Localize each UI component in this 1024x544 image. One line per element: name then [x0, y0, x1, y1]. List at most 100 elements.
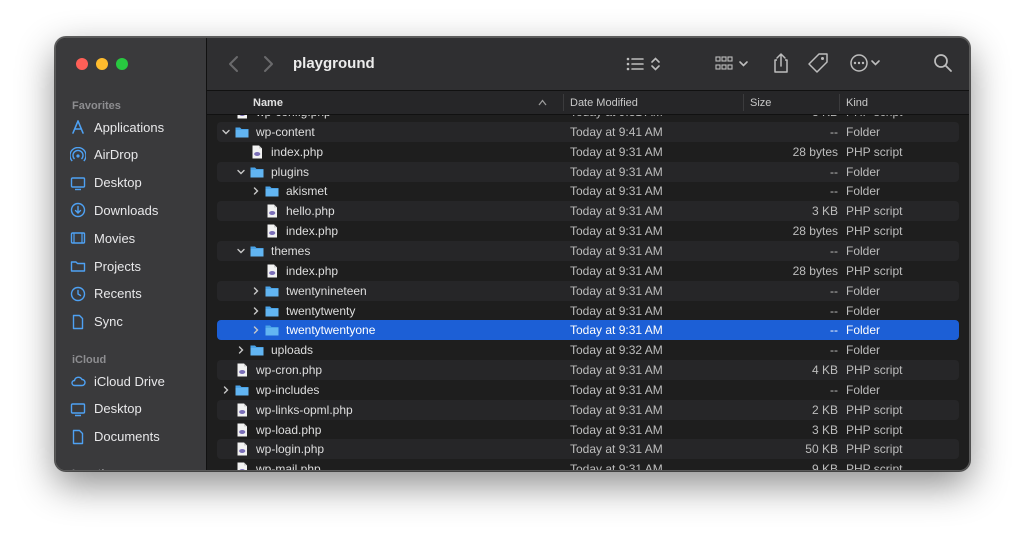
file-row[interactable]: themes Today at 9:31 AM -- Folder: [217, 240, 959, 261]
php-file-icon: [237, 403, 247, 417]
window-title: playground: [293, 55, 375, 72]
file-row[interactable]: wp-load.php Today at 9:31 AM 3 KB PHP scrip…: [217, 420, 959, 440]
file-row[interactable]: akismet Today at 9:31 AM -- Folder: [217, 181, 959, 201]
size-cell: 3 KB: [811, 422, 838, 437]
column-divider[interactable]: [563, 94, 564, 111]
sidebar-item-downloads[interactable]: Downloads: [70, 198, 200, 222]
kind-cell: Folder: [846, 382, 881, 397]
size-cell: 4 KB: [811, 363, 838, 378]
group-button[interactable]: [715, 54, 755, 74]
kind-column-header[interactable]: Kind: [846, 91, 946, 114]
column-header: Name Date Modified Size Kind: [207, 91, 969, 115]
kind-cell: Folder: [846, 303, 881, 318]
share-button[interactable]: [771, 52, 791, 74]
file-name: index.php: [286, 224, 339, 239]
size-cell: --: [830, 124, 838, 139]
file-name: twentytwentyone: [286, 323, 376, 338]
sidebar-item-recents[interactable]: Recents: [70, 282, 200, 306]
chevron-right-icon[interactable]: [251, 286, 261, 296]
forward-button[interactable]: [261, 54, 275, 74]
file-name: themes: [271, 243, 311, 258]
sidebar-item-desktop[interactable]: Desktop: [70, 397, 200, 421]
file-row[interactable]: wp-includes Today at 9:31 AM -- Folder: [217, 380, 959, 400]
file-name: akismet: [286, 184, 328, 199]
column-divider[interactable]: [839, 94, 840, 111]
file-row[interactable]: wp-content Today at 9:41 AM -- Folder: [217, 121, 959, 142]
sidebar: Favorites Applications AirDrop Desktop Downl…: [56, 38, 207, 470]
sidebar-item-projects[interactable]: Projects: [70, 254, 200, 278]
file-row[interactable]: wp-links-opml.php Today at 9:31 AM 2 KB PHP…: [217, 399, 959, 420]
sidebar-section-title: Favorites: [72, 100, 121, 112]
file-name: twentynineteen: [286, 283, 367, 298]
zoom-window-button[interactable]: [116, 58, 128, 70]
sidebar-item-desktop[interactable]: Desktop: [70, 171, 200, 195]
kind-cell: PHP script: [846, 422, 903, 437]
size-cell: 3 KB: [811, 204, 838, 219]
sidebar-item-applications[interactable]: Applications: [70, 115, 200, 139]
file-row[interactable]: twentytwentyone Today at 9:31 AM -- Folder: [217, 320, 959, 341]
kind-cell: Folder: [846, 343, 881, 358]
folder-icon: [250, 345, 264, 356]
name-cell: twentytwenty: [251, 301, 355, 321]
chevron-right-icon[interactable]: [236, 345, 246, 355]
file-row[interactable]: wp-mail.php Today at 9:31 AM 9 KB PHP scrip…: [217, 459, 959, 470]
sort-ascending-icon: [538, 99, 547, 106]
file-row[interactable]: index.php Today at 9:31 AM 28 bytes PHP scr…: [217, 261, 959, 281]
chevron-right-icon[interactable]: [221, 385, 231, 395]
tag-icon: [808, 53, 828, 73]
applications-icon: [72, 120, 84, 134]
chevron-right-icon[interactable]: [251, 186, 261, 196]
folder-icon: [265, 325, 279, 336]
file-row[interactable]: hello.php Today at 9:31 AM 3 KB PHP script: [217, 201, 959, 222]
file-row[interactable]: index.php Today at 9:31 AM 28 bytes PHP scr…: [217, 142, 959, 162]
back-button[interactable]: [227, 54, 241, 74]
sidebar-item-movies[interactable]: Movies: [70, 226, 200, 250]
file-row[interactable]: twentynineteen Today at 9:31 AM -- Folder: [217, 280, 959, 301]
chevron-down-icon[interactable]: [236, 167, 246, 177]
date-column-header[interactable]: Date Modified: [570, 91, 740, 114]
file-row[interactable]: uploads Today at 9:32 AM -- Folder: [217, 340, 959, 360]
movies-icon: [70, 232, 86, 244]
minimize-window-button[interactable]: [96, 58, 108, 70]
chevron-down-icon[interactable]: [236, 246, 246, 256]
file-row[interactable]: index.php Today at 9:31 AM 28 bytes PHP scr…: [217, 221, 959, 241]
more-actions-button[interactable]: [849, 53, 885, 73]
file-row[interactable]: plugins Today at 9:31 AM -- Folder: [217, 161, 959, 182]
folder-icon: [250, 167, 264, 178]
sidebar-item-label: Movies: [94, 230, 136, 246]
finder-window: Favorites Applications AirDrop Desktop Downl…: [55, 37, 970, 471]
tags-button[interactable]: [807, 52, 829, 74]
chevron-right-icon[interactable]: [251, 325, 261, 335]
close-window-button[interactable]: [76, 58, 88, 70]
chevron-down-icon[interactable]: [221, 127, 231, 137]
chevron-right-icon[interactable]: [251, 306, 261, 316]
file-row[interactable]: wp-cron.php Today at 9:31 AM 4 KB PHP scrip…: [217, 360, 959, 381]
name-cell: hello.php: [251, 201, 335, 221]
column-divider[interactable]: [743, 94, 744, 111]
name-cell: twentytwentyone: [251, 320, 375, 340]
php-file-icon: [267, 224, 277, 238]
view-mode-button[interactable]: [625, 54, 665, 74]
date-modified-cell: Today at 9:31 AM: [570, 144, 663, 159]
sidebar-item-documents[interactable]: Documents: [70, 425, 200, 449]
size-cell: --: [830, 243, 838, 258]
search-button[interactable]: [933, 53, 953, 73]
sidebar-item-sync[interactable]: Sync: [70, 310, 200, 334]
chevron-right-icon: [264, 56, 273, 72]
size-column-header[interactable]: Size: [750, 91, 830, 114]
desktop-icon: [70, 176, 86, 190]
php-file-icon: [237, 462, 247, 470]
file-row[interactable]: wp-login.php Today at 9:31 AM 50 KB PHP scr…: [217, 439, 959, 460]
sidebar-item-airdrop[interactable]: AirDrop: [70, 143, 200, 167]
date-modified-cell: Today at 9:31 AM: [570, 402, 663, 417]
sidebar-item-icloud-drive[interactable]: iCloud Drive: [70, 369, 200, 393]
file-name: wp-links-opml.php: [256, 402, 353, 417]
file-row[interactable]: twentytwenty Today at 9:31 AM -- Folder: [217, 301, 959, 321]
name-column-header[interactable]: Name: [253, 91, 553, 114]
kind-cell: PHP script: [846, 363, 903, 378]
airdrop-icon: [70, 146, 86, 162]
name-cell: uploads: [236, 340, 313, 360]
